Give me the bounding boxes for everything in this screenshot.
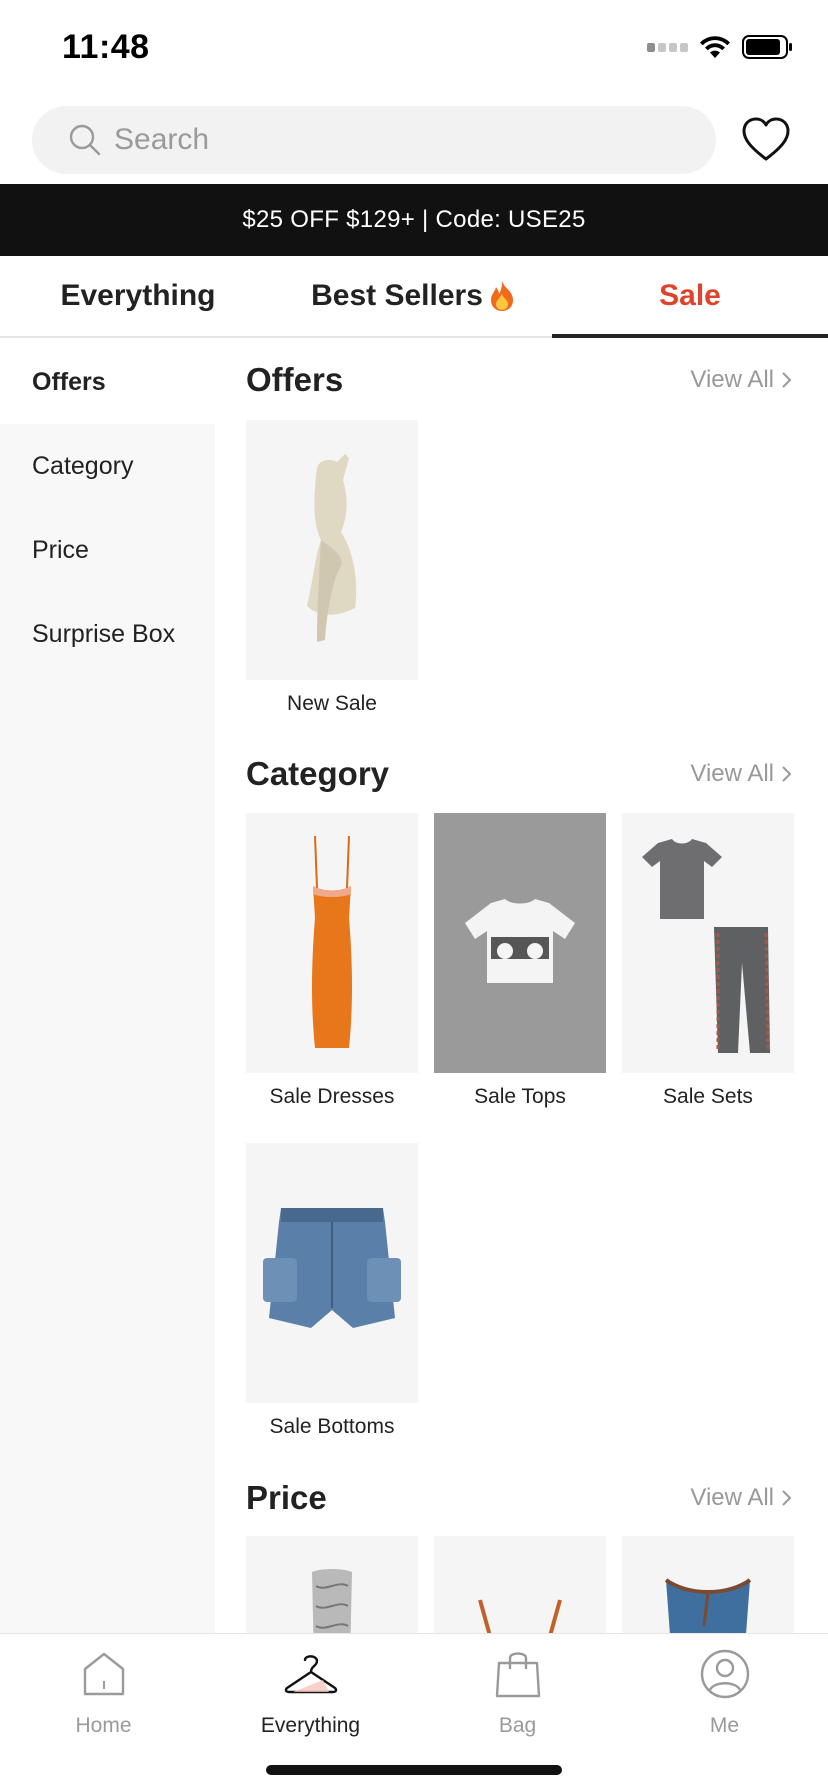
tab-everything[interactable]: Everything xyxy=(0,256,276,336)
home-indicator xyxy=(266,1765,562,1775)
sidebar-item-price[interactable]: Price xyxy=(0,508,215,592)
promo-text: $25 OFF $129+ | Code: USE25 xyxy=(242,206,586,233)
chevron-right-icon xyxy=(782,766,792,782)
sidebar-item-surprise-box[interactable]: Surprise Box xyxy=(0,592,215,676)
category-card-sale-bottoms[interactable]: Sale Bottoms xyxy=(246,1143,418,1439)
chevron-right-icon xyxy=(782,1490,792,1506)
sidebar-item-label: Surprise Box xyxy=(32,619,176,648)
product-image xyxy=(246,1536,418,1633)
heart-icon[interactable] xyxy=(740,114,792,166)
home-icon xyxy=(83,1652,124,1696)
nav-bag[interactable]: Bag xyxy=(414,1634,621,1759)
sidebar-item-category[interactable]: Category xyxy=(0,424,215,508)
price-section-header: Price View All xyxy=(246,1468,794,1528)
product-label: Sale Dresses xyxy=(269,1085,395,1108)
category-view-all-link[interactable]: View All xyxy=(690,760,794,788)
product-image xyxy=(622,813,794,1073)
nav-me[interactable]: Me xyxy=(621,1634,828,1759)
view-all-label: View All xyxy=(690,1484,774,1511)
product-image xyxy=(622,1536,794,1633)
cellular-signal-icon xyxy=(647,42,688,52)
search-bar[interactable] xyxy=(32,106,716,174)
offers-section-header: Offers View All xyxy=(246,350,794,410)
product-card-new-sale[interactable]: New Sale xyxy=(246,420,418,716)
nav-everything[interactable]: Everything xyxy=(207,1634,414,1759)
tab-label: Sale xyxy=(659,279,721,312)
search-input[interactable] xyxy=(114,123,674,157)
nav-home[interactable]: Home xyxy=(0,1634,207,1759)
sidebar-item-label: Offers xyxy=(32,367,106,396)
section-title: Price xyxy=(246,1479,327,1516)
category-card-sale-tops[interactable]: Sale Tops xyxy=(434,813,606,1109)
category-tabs: Everything Best Sellers Sale xyxy=(0,256,828,338)
product-image xyxy=(246,420,418,680)
status-time: 11:48 xyxy=(62,28,150,66)
sidebar-item-offers[interactable]: Offers xyxy=(0,340,215,424)
product-image xyxy=(434,813,606,1073)
nav-label: Me xyxy=(709,1714,740,1737)
status-bar: 11:48 xyxy=(0,0,828,100)
chevron-right-icon xyxy=(782,372,792,388)
sidebar-item-label: Price xyxy=(32,535,89,564)
battery-icon xyxy=(742,35,792,59)
product-label: Sale Bottoms xyxy=(269,1415,395,1438)
view-all-label: View All xyxy=(690,366,774,393)
category-card-sale-sets[interactable]: Sale Sets xyxy=(622,813,794,1109)
status-icons xyxy=(647,34,794,60)
sidebar-item-label: Category xyxy=(32,451,134,480)
product-label: New Sale xyxy=(287,692,377,715)
tab-best-sellers[interactable]: Best Sellers xyxy=(276,256,552,336)
product-label: Sale Sets xyxy=(663,1085,753,1108)
fire-icon xyxy=(490,281,513,311)
product-image xyxy=(246,813,418,1073)
product-image xyxy=(246,1143,418,1403)
category-card-sale-dresses[interactable]: Sale Dresses xyxy=(246,813,418,1109)
user-icon xyxy=(700,1649,749,1699)
price-view-all-link[interactable]: View All xyxy=(690,1484,794,1512)
nav-label: Home xyxy=(75,1714,132,1737)
sidebar: Offers Category Price Surprise Box xyxy=(0,340,215,1633)
view-all-label: View All xyxy=(690,760,774,787)
section-title: Offers xyxy=(246,361,344,398)
nav-label: Everything xyxy=(260,1714,361,1737)
price-card[interactable] xyxy=(622,1536,794,1633)
nav-label: Bag xyxy=(498,1714,537,1737)
tab-label: Everything xyxy=(60,279,216,312)
search-icon xyxy=(69,124,101,156)
product-label: Sale Tops xyxy=(474,1085,566,1108)
promo-banner[interactable]: $25 OFF $129+ | Code: USE25 xyxy=(0,184,828,256)
sale-content: Offers View All New Sale Category View A… xyxy=(246,340,794,1633)
category-section-header: Category View All xyxy=(246,744,794,804)
tab-sale[interactable]: Sale xyxy=(552,256,828,338)
section-title: Category xyxy=(246,755,390,792)
price-card[interactable] xyxy=(434,1536,606,1633)
product-image xyxy=(434,1536,606,1633)
bag-icon xyxy=(495,1652,540,1698)
price-card[interactable] xyxy=(246,1536,418,1633)
offers-view-all-link[interactable]: View All xyxy=(690,366,794,394)
hanger-icon xyxy=(284,1655,337,1694)
wifi-icon xyxy=(700,36,730,58)
tab-label: Best Sellers xyxy=(311,279,483,312)
